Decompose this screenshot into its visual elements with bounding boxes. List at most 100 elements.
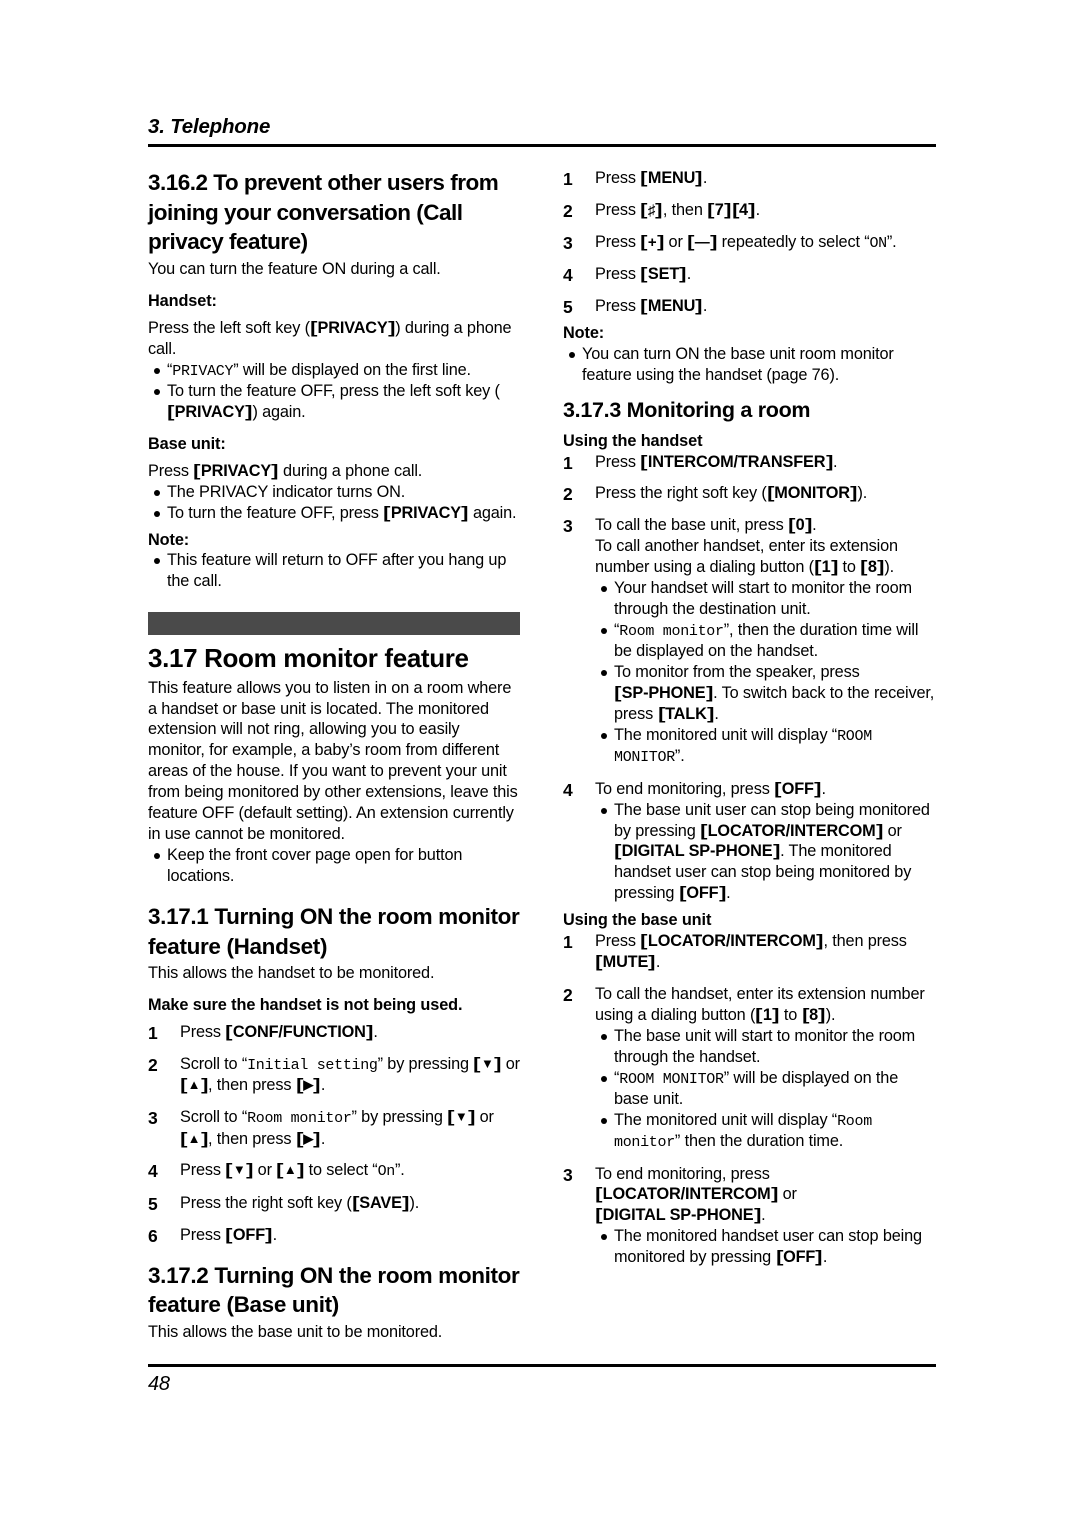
base-unit-instruction: Press [PRIVACY] during a phone call.	[148, 461, 423, 480]
key-conf-function: [CONF/FUNCTION]	[225, 1023, 374, 1042]
key-intercom-transfer: [INTERCOM/TRANSFER]	[640, 452, 833, 471]
step-number: 3	[563, 1164, 573, 1185]
note-label: Note:	[563, 324, 605, 343]
section-3-17-bullets: Keep the front cover page open for butto…	[148, 845, 520, 887]
lcd-text: Room monitor	[619, 623, 724, 641]
key-right-arrow: [▶]	[295, 1076, 321, 1095]
note-bullets: You can turn ON the base unit room monit…	[563, 344, 935, 386]
key-off: [OFF]	[678, 884, 726, 903]
list-item: You can turn ON the base unit room monit…	[563, 344, 935, 386]
key-up-arrow: [▲]	[276, 1161, 305, 1180]
step-number: 1	[148, 1023, 158, 1044]
down-arrow-icon: ▼	[232, 1162, 246, 1178]
step-6: 6 Press [OFF].	[148, 1225, 278, 1246]
left-column: 3.16.2 To prevent other users from joini…	[148, 168, 520, 1343]
step-number: 2	[563, 200, 573, 221]
key-mute: [MUTE]	[595, 953, 656, 972]
step-1: 1 Press [LOCATOR/INTERCOM], then press [M…	[563, 932, 907, 972]
step-number: 5	[148, 1193, 158, 1214]
handset-instruction-pre: Press the left soft key (	[148, 318, 310, 337]
key-up-arrow: [▲]	[180, 1076, 208, 1095]
list-item: The PRIVACY indicator turns ON.	[148, 482, 520, 503]
key-digital-sp-phone: [DIGITAL SP-PHONE]	[595, 1206, 761, 1225]
list-item: Your handset will start to monitor the r…	[595, 578, 935, 620]
page-footer: 48	[148, 1364, 936, 1396]
step-3: 3 To call the base unit, press [0]. To cal…	[563, 516, 935, 767]
key-privacy: [PRIVACY]	[383, 503, 469, 522]
section-3-16-2: 3.16.2 To prevent other users from joini…	[148, 168, 520, 592]
list-item: This feature will return to OFF after yo…	[148, 550, 520, 592]
step-2-bullets: The base unit will start to monitor the …	[581, 1026, 935, 1153]
key-plus: [+]	[640, 232, 665, 251]
manual-page: 3. Telephone 3.16.2 To prevent other use…	[148, 0, 936, 1528]
key-minus: [—]	[687, 232, 718, 251]
section-3-17-2: 3.17.2 Turning ON the room monitor featu…	[148, 1261, 520, 1343]
handset-bullets: “PRIVACY” will be displayed on the first…	[148, 360, 520, 423]
step-2: 2 Scroll to “Initial setting” by pressing…	[148, 1055, 520, 1095]
list-item: The monitored handset user can stop bein…	[595, 1226, 935, 1268]
section-3-17-2-intro: This allows the base unit to be monitore…	[148, 1323, 443, 1341]
handset-setup-steps: 1 Press [CONF/FUNCTION]. 2 Scroll to “Init…	[148, 1022, 520, 1246]
lcd-text: ROOM MONITOR	[619, 1070, 724, 1088]
key-menu: [MENU]	[640, 169, 703, 187]
step-3-bullets: Your handset will start to monitor the r…	[581, 578, 935, 767]
key-privacy: [PRIVACY]	[167, 402, 253, 421]
key-down-arrow: [▼]	[225, 1161, 254, 1180]
step-1: 1 Press [MENU].	[563, 169, 708, 189]
step-4: 4 Press [▼] or [▲] to select “On”.	[148, 1161, 405, 1182]
section-3-17-3-heading: 3.17.3 Monitoring a room	[563, 397, 811, 422]
key-7: [7]	[707, 200, 732, 219]
step-number: 2	[563, 985, 573, 1006]
key-digital-sp-phone: [DIGITAL SP-PHONE]	[614, 842, 780, 861]
header-divider	[148, 143, 936, 147]
lcd-text: Room monitor	[247, 1110, 352, 1128]
step-number: 3	[563, 516, 573, 537]
key-8: [8]	[860, 558, 885, 577]
section-3-17: 3.17 Room monitor feature This feature a…	[148, 612, 520, 887]
step-number: 2	[563, 484, 573, 505]
step-1: 1 Press [CONF/FUNCTION].	[148, 1023, 378, 1044]
list-item: The monitored unit will display “Room mo…	[595, 1110, 935, 1153]
key-1: [1]	[755, 1005, 780, 1024]
step-number: 2	[148, 1055, 158, 1076]
key-menu: [MENU]	[640, 297, 703, 316]
lcd-text: Initial setting	[247, 1057, 378, 1075]
key-monitor: [MONITOR]	[766, 484, 858, 503]
step-number: 3	[563, 232, 573, 253]
footer-divider	[148, 1364, 936, 1367]
step-5: 5 Press [MENU].	[563, 297, 708, 318]
key-right-arrow: [▶]	[295, 1129, 321, 1148]
step-number: 1	[563, 452, 573, 473]
list-item: The monitored unit will display “ROOM MO…	[595, 725, 935, 768]
key-privacy: [PRIVACY]	[310, 318, 396, 337]
right-column: 1 Press [MENU]. 2 Press [♯], then [7][4]. …	[563, 168, 935, 1268]
down-arrow-icon: ▼	[454, 1109, 468, 1125]
key-locator-intercom: [LOCATOR/INTERCOM]	[700, 821, 883, 840]
handset-instruction: Press the left soft key ([PRIVACY]) duri…	[148, 318, 520, 360]
step-2: 2 Press the right soft key ([MONITOR]).	[563, 484, 868, 505]
section-divider-bar	[148, 612, 520, 636]
using-handset-label: Using the handset	[563, 431, 703, 450]
lcd-text: ON	[869, 234, 887, 252]
section-3-17-heading: 3.17 Room monitor feature	[148, 643, 469, 674]
section-3-17-3: 3.17.3 Monitoring a room Using the hands…	[563, 397, 935, 1268]
lcd-text: PRIVACY	[172, 362, 234, 380]
key-privacy: [PRIVACY]	[193, 461, 279, 480]
key-off: [OFF]	[774, 779, 822, 798]
list-item: “PRIVACY” will be displayed on the first…	[148, 360, 520, 381]
monitoring-base-unit-steps: 1 Press [LOCATOR/INTERCOM], then press [M…	[563, 931, 935, 1268]
step-4-bullets: The base unit user can stop being monito…	[581, 800, 935, 905]
step-3: 3 Scroll to “Room monitor” by pressing [▼…	[148, 1108, 494, 1148]
list-item: “ROOM MONITOR” will be displayed on the …	[595, 1068, 935, 1110]
step-5: 5 Press the right soft key ([SAVE]).	[148, 1193, 420, 1214]
step-number: 4	[563, 779, 573, 800]
step-2: 2 Press [♯], then [7][4].	[563, 200, 760, 221]
list-item: “Room monitor”, then the duration time w…	[595, 620, 935, 662]
lcd-text: On	[377, 1163, 396, 1181]
key-8: [8]	[801, 1005, 826, 1024]
section-3-17-1-heading: 3.17.1 Turning ON the room monitor featu…	[148, 903, 520, 959]
step-number: 6	[148, 1225, 158, 1246]
right-arrow-icon: ▶	[303, 1077, 314, 1093]
up-arrow-icon: ▲	[283, 1162, 297, 1178]
section-3-17-body: This feature allows you to listen in on …	[148, 678, 518, 844]
